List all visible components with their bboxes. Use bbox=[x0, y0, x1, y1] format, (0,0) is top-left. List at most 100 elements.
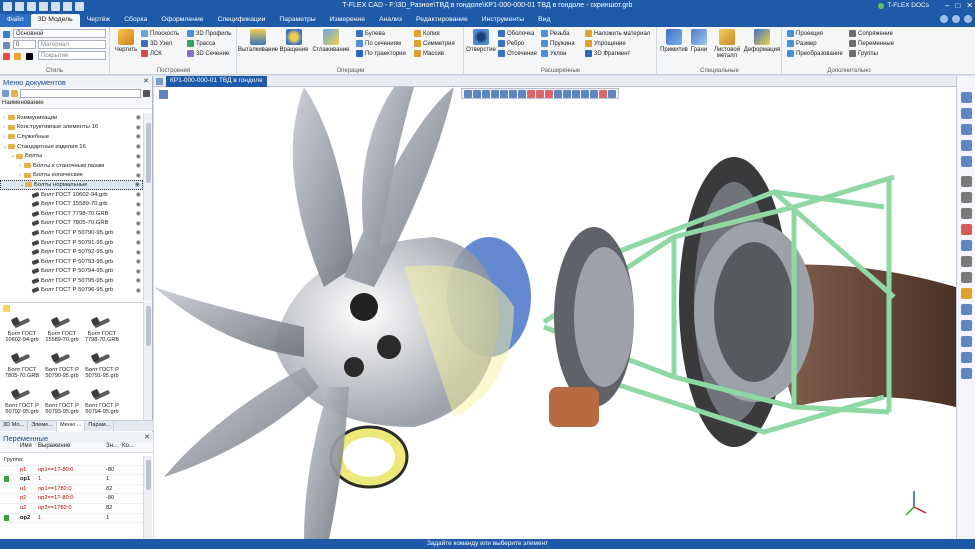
settings-icon[interactable] bbox=[952, 15, 960, 23]
tab-measure[interactable]: Измерение bbox=[323, 14, 372, 27]
tree-item[interactable]: Болт ГОСТ Р 50793-95.grb ◉ bbox=[0, 257, 143, 267]
engine-model[interactable] bbox=[154, 87, 956, 539]
shell-button[interactable]: Оболочка bbox=[498, 30, 534, 37]
groups-button[interactable]: Группы bbox=[849, 50, 878, 57]
spring-button[interactable]: Пружина bbox=[541, 40, 575, 47]
gallery-item[interactable]: Болт ГОСТ Р 50791-95.grb bbox=[84, 351, 120, 380]
minimize-icon[interactable]: – bbox=[945, 1, 949, 10]
info-icon[interactable] bbox=[964, 15, 972, 23]
revolve-button[interactable]: Вращение bbox=[278, 29, 310, 53]
tree-item[interactable]: Болт ГОСТ 10602-94.grb ◉ bbox=[0, 190, 143, 200]
variable-row[interactable]: u1 op1==1?82:0 82 bbox=[0, 485, 143, 495]
variable-row[interactable]: u2 op2==1?82:0 82 bbox=[0, 504, 143, 514]
pan-icon[interactable] bbox=[961, 140, 972, 151]
zoom-all-icon[interactable] bbox=[961, 92, 972, 103]
tab-3d-model-tree[interactable]: 3D Мо... bbox=[0, 421, 29, 431]
variable-row[interactable]: op2 1 1 bbox=[0, 514, 143, 524]
copy-button[interactable]: Копия bbox=[414, 30, 440, 37]
hidden-lines-icon[interactable] bbox=[961, 304, 972, 315]
gallery-item[interactable]: Болт ГОСТ Р 50793-95.grb bbox=[44, 387, 80, 416]
variable-row[interactable]: p2 op2==1?-80:0 -80 bbox=[0, 494, 143, 504]
style-combo[interactable]: Основной bbox=[13, 29, 106, 38]
help-icon[interactable] bbox=[940, 15, 948, 23]
panel-close-icon[interactable]: ✕ bbox=[143, 77, 149, 85]
fragment-button[interactable]: 3D Фрагмент bbox=[585, 50, 630, 57]
tab-elements[interactable]: Элеме... bbox=[28, 421, 58, 431]
rotate-icon[interactable] bbox=[961, 156, 972, 167]
visibility-icon[interactable]: ◉ bbox=[136, 220, 141, 227]
visibility-icon[interactable]: ◉ bbox=[136, 258, 141, 265]
variables-group-row[interactable]: Группа: bbox=[0, 456, 143, 466]
camera-view-icon[interactable] bbox=[961, 256, 972, 267]
visibility-icon[interactable]: ◉ bbox=[136, 114, 141, 121]
light-view-icon[interactable] bbox=[961, 272, 972, 283]
tree-item[interactable]: Болт ГОСТ Р 50795-95.grb ◉ bbox=[0, 276, 143, 286]
deform-button[interactable]: Деформация bbox=[744, 29, 780, 53]
rib-button[interactable]: Ребро bbox=[498, 40, 524, 47]
tree-item[interactable]: › Конструктивные элементы 16 ◉ bbox=[0, 123, 143, 133]
tree-scrollbar[interactable] bbox=[143, 113, 152, 301]
tab-tools[interactable]: Инструменты bbox=[475, 14, 531, 27]
section-button[interactable]: 3D Сечение bbox=[187, 50, 229, 57]
isometric-icon[interactable] bbox=[961, 240, 972, 251]
visibility-icon[interactable]: ◉ bbox=[136, 133, 141, 140]
folder-icon[interactable] bbox=[11, 90, 18, 97]
symmetry-button[interactable]: Симметрия bbox=[414, 40, 455, 47]
gallery-item[interactable]: Болт ГОСТ Р 50792-95.grb bbox=[4, 387, 40, 416]
slope-button[interactable]: Уклон bbox=[541, 50, 566, 57]
gallery-item[interactable]: Болт ГОСТ Р 50790-95.grb bbox=[44, 351, 80, 380]
tree-icon[interactable] bbox=[2, 90, 9, 97]
tab-drawing[interactable]: Чертёж bbox=[80, 14, 117, 27]
3d-viewport[interactable]: КР1-000-000-01 ТВД в гондоле bbox=[154, 76, 956, 539]
view-side-icon[interactable] bbox=[961, 208, 972, 219]
thread-button[interactable]: Резьба bbox=[541, 30, 569, 37]
by-sections-button[interactable]: По сечениям bbox=[356, 40, 401, 47]
visibility-icon[interactable]: ◉ bbox=[136, 191, 141, 198]
transform-button[interactable]: Преобразование bbox=[787, 50, 843, 57]
tree-scroll-thumb[interactable] bbox=[146, 123, 151, 183]
search-icon[interactable] bbox=[143, 90, 150, 97]
variable-row[interactable]: p1 op1==1?-80:0 -80 bbox=[0, 466, 143, 476]
plane-button[interactable]: Плоскость bbox=[141, 30, 179, 37]
visibility-icon[interactable]: ◉ bbox=[136, 172, 141, 179]
profile-button[interactable]: 3D Профиль bbox=[187, 30, 231, 37]
tree-item[interactable]: ⌄ Болты нормальные ◉ bbox=[0, 180, 143, 190]
array-button[interactable]: Массив bbox=[414, 50, 444, 57]
mating-button[interactable]: Сопряжение bbox=[849, 30, 893, 37]
visibility-icon[interactable]: ◉ bbox=[136, 268, 141, 275]
tree-item[interactable]: Болт ГОСТ 7805-70.GRB ◉ bbox=[0, 219, 143, 229]
visibility-icon[interactable]: ◉ bbox=[136, 287, 141, 294]
visibility-icon[interactable]: ◉ bbox=[136, 162, 141, 169]
gallery-scroll-thumb[interactable] bbox=[146, 306, 151, 346]
document-tab[interactable]: КР1-000-000-01 ТВД в гондоле bbox=[166, 76, 267, 87]
tab-editing[interactable]: Редактирование bbox=[409, 14, 475, 27]
variable-row[interactable]: op1 1 1 bbox=[0, 475, 143, 485]
visibility-icon[interactable]: ◉ bbox=[136, 124, 141, 131]
display-settings-icon[interactable] bbox=[961, 336, 972, 347]
gallery-item[interactable]: Болт ГОСТ 10602-94.grb bbox=[4, 315, 40, 344]
visibility-icon[interactable]: ◉ bbox=[136, 210, 141, 217]
tree-item[interactable]: Болт ГОСТ Р 50791-95.grb ◉ bbox=[0, 238, 143, 248]
tree-item[interactable]: Болт ГОСТ Р 50796-95.grb ◉ bbox=[0, 286, 143, 296]
material-view-icon[interactable] bbox=[961, 288, 972, 299]
tree-item[interactable]: Болт ГОСТ Р 50794-95.grb ◉ bbox=[0, 267, 143, 277]
apply-material-button[interactable]: Наложить материал bbox=[585, 30, 650, 37]
visibility-icon[interactable]: ◉ bbox=[136, 249, 141, 256]
view-top-icon[interactable] bbox=[961, 192, 972, 203]
material-combo[interactable]: Материал bbox=[38, 40, 106, 49]
tab-analysis[interactable]: Анализ bbox=[372, 14, 409, 27]
tab-specifications[interactable]: Спецификации bbox=[211, 14, 273, 27]
lsk-button[interactable]: ЛСК bbox=[141, 50, 162, 57]
sheet-metal-button[interactable]: Листовой металл bbox=[710, 29, 744, 59]
tree-item[interactable]: Болт ГОСТ 7798-70.GRB ◉ bbox=[0, 209, 143, 219]
tree-item[interactable]: Болт ГОСТ 15589-70.grb ◉ bbox=[0, 199, 143, 209]
tab-parameters[interactable]: Параметры bbox=[272, 14, 322, 27]
view-front-icon[interactable] bbox=[961, 176, 972, 187]
black-color-swatch[interactable] bbox=[26, 53, 33, 60]
visibility-icon[interactable]: ◉ bbox=[136, 239, 141, 246]
tab-assembly[interactable]: Сборка bbox=[117, 14, 154, 27]
tab-document-menu[interactable]: Меню ... bbox=[57, 421, 86, 431]
color-icon[interactable] bbox=[3, 53, 10, 60]
dimension-button[interactable]: Размер bbox=[787, 40, 817, 47]
layer-combo[interactable]: 0 bbox=[13, 40, 36, 49]
